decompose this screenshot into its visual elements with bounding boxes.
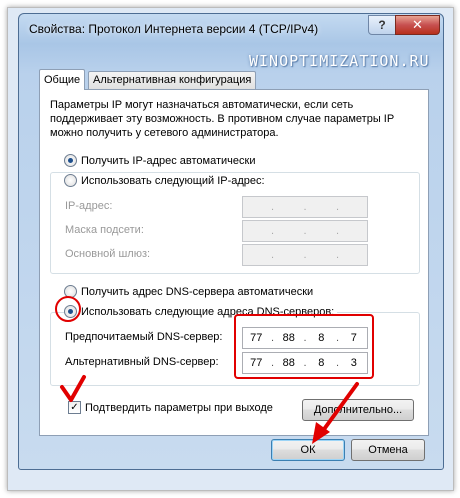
- watermark-logo: WINOPTIMIZATION.RU: [249, 52, 430, 70]
- tab-strip: Общие Альтернативная конфигурация: [19, 69, 443, 90]
- properties-dialog: Свойства: Протокол Интернета версии 4 (T…: [18, 13, 444, 470]
- checkbox[interactable]: ✓: [68, 401, 81, 414]
- radio-label: Получить IP-адрес автоматически: [81, 154, 256, 167]
- dns-highlight-box: [234, 314, 374, 379]
- close-button[interactable]: ✕: [395, 15, 440, 35]
- radio-label: Получить адрес DNS-сервера автоматически: [81, 285, 314, 298]
- radio-label: Использовать следующий IP-адрес:: [81, 174, 265, 187]
- advanced-button[interactable]: Дополнительно...: [302, 399, 414, 421]
- radio-obtain-ip-auto[interactable]: Получить IP-адрес автоматически: [64, 154, 255, 167]
- preferred-dns-label: Предпочитаемый DNS-сервер:: [65, 331, 223, 343]
- description-text: Параметры IP могут назначаться автоматич…: [50, 99, 394, 139]
- validate-on-exit-checkbox[interactable]: ✓ Подтвердить параметры при выходе: [68, 401, 273, 414]
- radio-obtain-dns-auto[interactable]: Получить адрес DNS-сервера автоматически: [64, 285, 313, 298]
- cancel-button[interactable]: Отмена: [351, 439, 425, 461]
- tab-alternate-config[interactable]: Альтернативная конфигурация: [88, 71, 257, 89]
- checkbox-label: Подтвердить параметры при выходе: [85, 401, 273, 414]
- help-button[interactable]: ?: [368, 15, 396, 35]
- radio-use-ip[interactable]: Использовать следующий IP-адрес:: [64, 174, 268, 187]
- title-bar: Свойства: Протокол Интернета версии 4 (T…: [19, 14, 443, 44]
- subnet-mask-input[interactable]: . . .: [242, 220, 368, 242]
- alternate-dns-label: Альтернативный DNS-сервер:: [65, 356, 219, 368]
- ip-address-label: IP-адрес:: [65, 200, 113, 212]
- radio-button[interactable]: [64, 174, 77, 187]
- default-gateway-input[interactable]: . . .: [242, 244, 368, 266]
- subnet-mask-label: Маска подсети:: [65, 224, 144, 236]
- tab-general[interactable]: Общие: [39, 69, 86, 90]
- ip-address-input[interactable]: . . .: [242, 196, 368, 218]
- ok-button[interactable]: ОК: [271, 439, 345, 461]
- default-gateway-label: Основной шлюз:: [65, 248, 151, 260]
- general-tab-panel: Параметры IP могут назначаться автоматич…: [39, 89, 429, 436]
- radio-highlight-circle: [55, 296, 81, 322]
- radio-button[interactable]: [64, 154, 77, 167]
- window-title: Свойства: Протокол Интернета версии 4 (T…: [29, 22, 319, 36]
